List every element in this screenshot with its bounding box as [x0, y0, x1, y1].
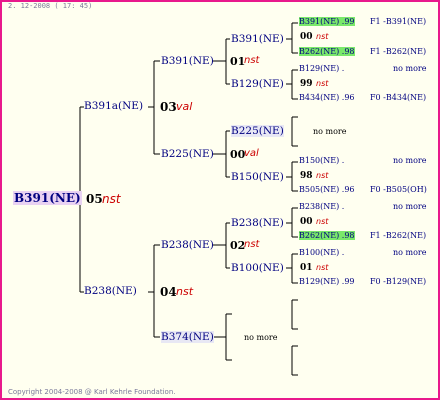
gen1-node-num: 04: [160, 285, 177, 299]
gen4-ref: no more: [393, 248, 427, 257]
gen4-ref: F1 -B262(NE): [370, 47, 427, 56]
gen4-num: 98: [300, 171, 313, 181]
gen3-node-name[interactable]: B100(NE): [231, 262, 284, 274]
gen2-node-name[interactable]: B374(NE): [161, 331, 214, 343]
gen3-node-name[interactable]: B225(NE): [231, 125, 284, 137]
gen4-line[interactable]: B238(NE) .: [299, 202, 344, 211]
gen2-node-name[interactable]: B238(NE): [161, 239, 214, 251]
gen3-node-name[interactable]: B150(NE): [231, 171, 284, 183]
gen4-ref: F0 -B129(NE): [370, 277, 427, 286]
gen4-tag: nst: [316, 263, 329, 272]
gen4-num: 99: [300, 79, 313, 89]
gen1-node-tag: val: [176, 100, 193, 113]
gen4-line[interactable]: B262(NE) .98: [299, 47, 355, 56]
gen4-line[interactable]: B150(NE) .: [299, 156, 344, 165]
gen4-line[interactable]: B434(NE) .96: [299, 93, 355, 102]
gen1-node-name[interactable]: B238(NE): [84, 285, 137, 297]
gen2-node-tag: nst: [244, 55, 260, 66]
gen4-ref: F1 -B262(NE): [370, 231, 427, 240]
gen4-num: 00: [300, 217, 313, 227]
gen4-ref: F0 -B505(OH): [370, 185, 427, 194]
no-more-label: no more: [244, 333, 278, 342]
gen4-line[interactable]: B505(NE) .96: [299, 185, 355, 194]
no-more-label: no more: [313, 127, 347, 136]
gen1-node-tag: nst: [176, 285, 194, 298]
gen2-node-tag: val: [244, 148, 259, 159]
gen3-node-name[interactable]: B129(NE): [231, 78, 284, 90]
gen2-node-name[interactable]: B225(NE): [161, 148, 214, 160]
gen2-node-tag: nst: [244, 239, 260, 250]
gen4-line[interactable]: B100(NE) .: [299, 248, 344, 257]
root-node-name[interactable]: B391(NE): [13, 191, 82, 205]
gen4-line[interactable]: B262(NE) .98: [299, 231, 355, 240]
gen2-node-name[interactable]: B391(NE): [161, 55, 214, 67]
gen4-line[interactable]: B391(NE) .99: [299, 17, 355, 26]
gen4-tag: nst: [316, 32, 329, 41]
gen4-tag: nst: [316, 217, 329, 226]
gen4-tag: nst: [316, 79, 329, 88]
gen3-node-name[interactable]: B391(NE): [231, 33, 284, 45]
root-node-tag: nst: [102, 192, 121, 206]
timestamp: 2. 12-2008 ( 17: 45): [8, 2, 93, 10]
gen4-ref: no more: [393, 202, 427, 211]
root-node-num: 05: [86, 192, 103, 206]
gen4-num: 01: [300, 263, 313, 273]
gen4-tag: nst: [316, 171, 329, 180]
gen4-ref: F1 -B391(NE): [370, 17, 427, 26]
gen4-num: 00: [300, 32, 313, 42]
gen4-line[interactable]: B129(NE) .99: [299, 277, 355, 286]
gen3-node-name[interactable]: B238(NE): [231, 217, 284, 229]
gen1-node-name[interactable]: B391a(NE): [84, 100, 143, 112]
gen4-ref: no more: [393, 156, 427, 165]
gen4-line[interactable]: B129(NE) .: [299, 64, 344, 73]
gen4-ref: no more: [393, 64, 427, 73]
gen1-node-num: 03: [160, 100, 177, 114]
gen4-ref: F0 -B434(NE): [370, 93, 427, 102]
copyright-footer: Copyright 2004-2008 @ Karl Kehrle Founda…: [8, 388, 176, 396]
